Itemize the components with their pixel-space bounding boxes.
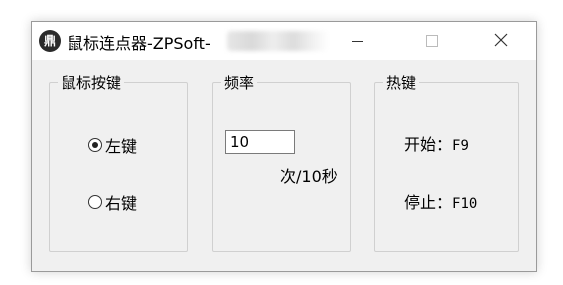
hotkey-legend: 热键 [386,74,417,92]
client-area: 鼠标按键 频率 热键 左键 右键 次/10秒 开始：F9 停止：F10 [32,60,536,271]
left-button-label: 左键 [105,137,138,156]
frequency-group: 频率 [212,72,351,252]
close-button[interactable] [478,22,524,60]
minimize-icon [352,41,363,42]
close-icon [494,33,508,47]
minimize-button[interactable] [335,22,381,60]
title-bar[interactable]: 鼎 鼠标连点器-ZPSoft- [32,22,536,60]
right-button-label: 右键 [105,194,138,213]
stop-hotkey: 停止：F10 [404,189,477,213]
radio-checked-icon[interactable] [88,138,102,152]
left-button-radio[interactable]: 左键 [88,133,137,157]
stop-hotkey-key: F10 [452,196,478,212]
stop-hotkey-label: 停止： [404,193,453,212]
radio-unchecked-icon[interactable] [88,195,102,209]
app-window: 鼎 鼠标连点器-ZPSoft- 鼠标按键 频率 热键 左键 右键 10 次/10… [31,21,537,272]
frequency-legend: 频率 [224,74,255,92]
frequency-unit-label: 次/10秒 [280,167,338,186]
start-hotkey-label: 开始： [404,135,453,154]
frequency-input[interactable] [225,130,295,154]
start-hotkey-key: F9 [452,138,469,154]
maximize-icon [426,35,438,47]
start-hotkey: 开始：F9 [404,131,469,155]
maximize-button[interactable] [409,22,455,60]
mouse-button-group: 鼠标按键 [49,72,188,252]
window-title: 鼠标连点器-ZPSoft- [67,34,211,53]
hotkey-group: 热键 [374,72,519,252]
redacted-title-blur [227,31,329,51]
right-button-radio[interactable]: 右键 [88,190,137,214]
app-logo-icon: 鼎 [39,30,61,52]
mouse-button-legend: 鼠标按键 [61,74,122,92]
